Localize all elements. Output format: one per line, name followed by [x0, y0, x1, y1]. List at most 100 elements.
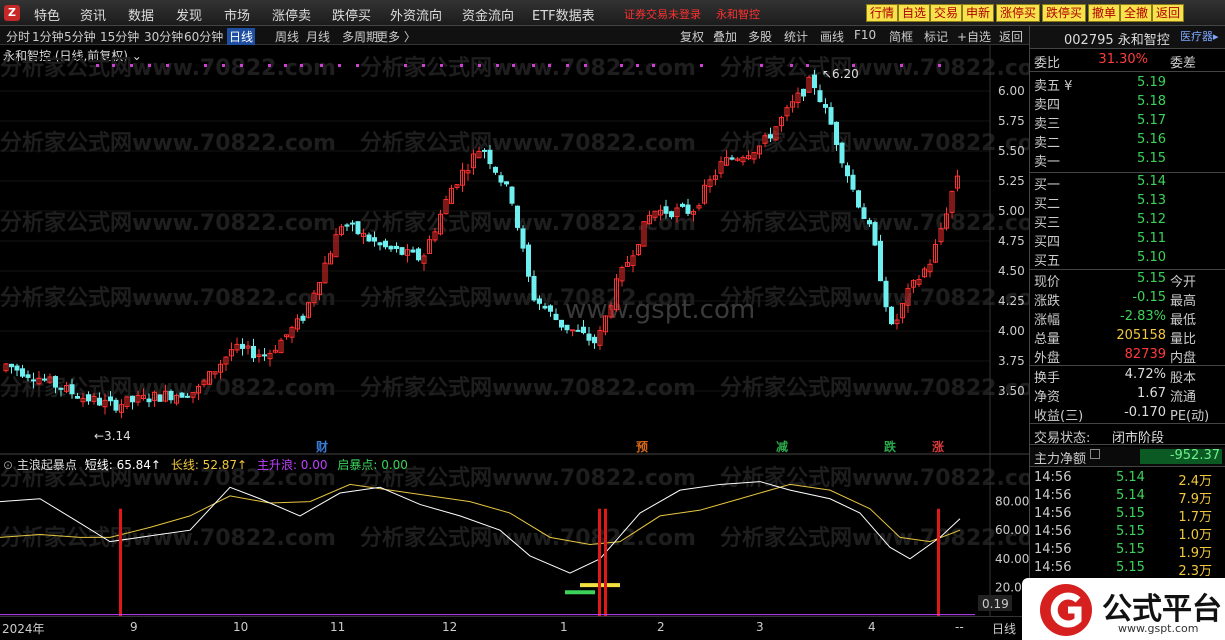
date-label: 10: [233, 620, 249, 634]
quick-limit-down-buy-button[interactable]: 跌停买: [1042, 4, 1087, 22]
candle-body: [14, 365, 20, 371]
candle-body: [537, 298, 542, 304]
chart-tool-0[interactable]: 复权: [680, 28, 704, 45]
candle-body: [20, 368, 25, 377]
candle-body: [889, 306, 894, 325]
candle-body: [350, 222, 355, 225]
timeframe-9[interactable]: 多周期: [342, 28, 378, 45]
quick-cancel-button[interactable]: 撤单: [1088, 4, 1121, 22]
timeframe-7[interactable]: 周线: [275, 28, 299, 45]
quick-quote-button[interactable]: 行情: [866, 4, 899, 22]
quick-back-button[interactable]: 返回: [1152, 4, 1185, 22]
bid-price: 5.11: [1137, 231, 1166, 246]
tick-row: 14:56 5.15 1.0万: [1030, 523, 1225, 543]
bid-price: 5.14: [1137, 174, 1166, 189]
bid-row[interactable]: 买一 5.14: [1030, 173, 1225, 193]
ask-row[interactable]: 卖四 5.18: [1030, 93, 1225, 113]
timeframe-4[interactable]: 30分钟: [144, 28, 183, 45]
menu-item-etf-table[interactable]: ETF数据表: [532, 5, 595, 24]
burst-bar: [565, 590, 595, 595]
chart-tool-2[interactable]: 多股: [748, 28, 772, 45]
chart-area[interactable]: 分析家公式网www.70822.com 分析家公式网www.70822.com 分析…: [0, 45, 1029, 617]
event-marker: 减: [776, 439, 788, 454]
menu-item-limit-down-buy[interactable]: 跌停买: [332, 5, 371, 24]
marker-dot: [636, 64, 639, 67]
quick-limit-up-buy-button[interactable]: 涨停买: [996, 4, 1041, 22]
menu-item-foreign-flow[interactable]: 外资流向: [390, 5, 442, 24]
stat-value: 5.15: [1137, 271, 1166, 286]
candle-body: [75, 395, 80, 399]
price-tick-label: 3.75: [998, 354, 1025, 368]
quote-panel: 002795 永和智控 医疗器▸ 委比 31.30% 委差 卖五 ¥ 5.19 卖四 5.…: [1029, 26, 1225, 640]
main-net-label[interactable]: 主力净额: [1034, 448, 1086, 467]
signal-bar: [937, 508, 940, 616]
marker-dot: [222, 64, 225, 67]
marker-dot: [512, 64, 515, 67]
app-logo-icon[interactable]: Z: [4, 5, 20, 21]
bid-row[interactable]: 买五 5.10: [1030, 249, 1225, 269]
menu-item-features[interactable]: 特色: [34, 5, 60, 24]
timeframe-6[interactable]: 日线: [227, 28, 256, 45]
date-scroll[interactable]: --: [955, 620, 964, 634]
price-tick-label: 5.75: [998, 114, 1025, 128]
indicator-title[interactable]: 主浪起暴点: [17, 458, 77, 472]
ask-row[interactable]: 卖五 ¥ 5.19: [1030, 74, 1225, 94]
industry-link[interactable]: 医疗器▸: [1180, 28, 1219, 44]
watermark-text: 分析家公式网www.70822.com: [0, 55, 336, 81]
ask-row[interactable]: 卖三 5.17: [1030, 112, 1225, 132]
timeframe-2[interactable]: 5分钟: [64, 28, 96, 45]
timeframe-3[interactable]: 15分钟: [100, 28, 139, 45]
chart-tool-1[interactable]: 叠加: [713, 28, 737, 45]
chart-tool-5[interactable]: F10: [854, 28, 876, 42]
date-label: 9: [130, 620, 138, 634]
bid-row[interactable]: 买四 5.11: [1030, 230, 1225, 250]
watermark-text: 分析家公式网www.70822.com: [720, 465, 1029, 491]
bid-row[interactable]: 买三 5.12: [1030, 211, 1225, 231]
chart-tool-9[interactable]: 返回: [999, 28, 1023, 45]
stat-row: 换手 4.72% 股本: [1030, 366, 1225, 386]
date-label: 2: [657, 620, 665, 634]
chart-tool-3[interactable]: 统计: [784, 28, 808, 45]
menu-item-capital-flow[interactable]: 资金流向: [462, 5, 514, 24]
marker-dot: [548, 64, 551, 67]
date-label: 1: [560, 620, 568, 634]
ask-row[interactable]: 卖一 5.15: [1030, 150, 1225, 170]
ask-row[interactable]: 卖二 5.16: [1030, 131, 1225, 151]
quick-new-shares-button[interactable]: 申新: [962, 4, 995, 22]
chart-tool-8[interactable]: +自选: [957, 28, 991, 45]
candle-body: [570, 329, 575, 332]
bid-row[interactable]: 买二 5.13: [1030, 192, 1225, 212]
tick-row: 14:56 5.14 2.4万: [1030, 469, 1225, 489]
bid-price: 5.13: [1137, 193, 1166, 208]
chart-tool-4[interactable]: 画线: [820, 28, 844, 45]
menu-item-discover[interactable]: 发现: [176, 5, 202, 24]
period-label[interactable]: 日线: [992, 620, 1016, 637]
chart-tool-6[interactable]: 简框: [889, 28, 913, 45]
quick-cancel-all-button[interactable]: 全撤: [1120, 4, 1153, 22]
timeframe-10[interactable]: 更多 〉: [376, 28, 416, 45]
quick-trade-button[interactable]: 交易: [930, 4, 963, 22]
tick-price: 5.15: [1116, 542, 1145, 557]
tick-time: 14:56: [1034, 488, 1072, 503]
timeframe-1[interactable]: 1分钟: [32, 28, 64, 45]
timeframe-5[interactable]: 60分钟: [184, 28, 223, 45]
candle-body: [828, 107, 834, 125]
chart-tool-7[interactable]: 标记: [924, 28, 948, 45]
candle-body: [542, 305, 548, 309]
timeframe-0[interactable]: 分时: [6, 28, 30, 45]
menu-item-data[interactable]: 数据: [128, 5, 154, 24]
candle-body: [850, 174, 856, 190]
menu-item-market[interactable]: 市场: [224, 5, 250, 24]
menu-item-news[interactable]: 资讯: [80, 5, 106, 24]
quick-watchlist-button[interactable]: 自选: [898, 4, 931, 22]
indicator-main-value: 主升浪: 0.00: [256, 458, 328, 472]
flow-chart-icon[interactable]: [1090, 449, 1100, 459]
stat-label: 换手: [1034, 371, 1061, 386]
candle-body: [185, 395, 190, 398]
menu-item-limit-up-sell[interactable]: 涨停卖: [272, 5, 311, 24]
marker-dot: [900, 64, 903, 67]
timeframe-8[interactable]: 月线: [306, 28, 330, 45]
login-notice[interactable]: 证券交易未登录: [624, 6, 701, 22]
candle-body: [839, 142, 845, 164]
watermark-text: 分析家公式网www.70822.com: [0, 285, 336, 311]
